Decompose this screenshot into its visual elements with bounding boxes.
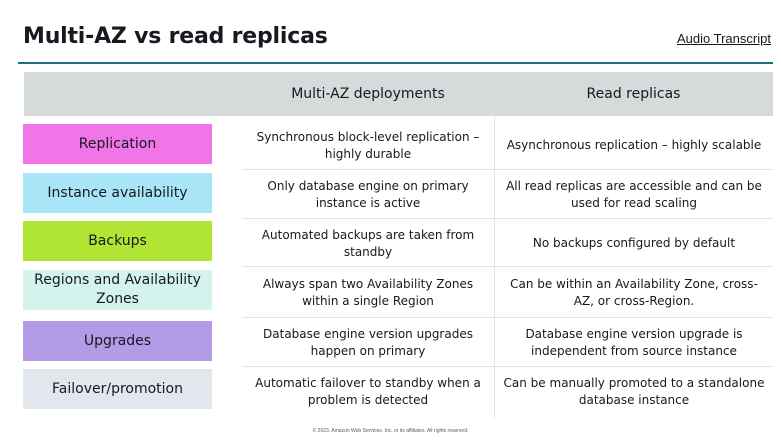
cell-multi-az-upgrades: Database engine version upgrades happen …	[263, 327, 473, 358]
cell-read-replicas-regions: Can be within an Availability Zone, cros…	[510, 277, 758, 308]
audio-transcript-link[interactable]: Audio Transcript	[677, 31, 771, 46]
cell-read-replicas-failover: Can be manually promoted to a standalone…	[503, 376, 765, 407]
cell-multi-az-backups: Automated backups are taken from standby	[261, 228, 475, 259]
cell-read-replicas-backups: No backups configured by default	[532, 236, 736, 251]
row-label-backups: Backups	[23, 221, 212, 261]
cell-read-replicas-upgrades: Database engine version upgrade is indep…	[525, 327, 743, 358]
column-header-read-replicas: Read replicas	[586, 86, 681, 102]
row-label-regions-and-availability-zones: Regions and Availability Zones	[23, 270, 212, 310]
row-label-failover-promotion: Failover/promotion	[23, 369, 212, 409]
cell-multi-az-failover: Automatic failover to standby when a pro…	[255, 376, 481, 407]
cell-read-replicas-replication: Asynchronous replication – highly scalab…	[506, 138, 762, 153]
cell-multi-az-replication: Synchronous block-level replication – hi…	[256, 130, 480, 161]
column-header-multi-az: Multi-AZ deployments	[291, 86, 445, 102]
cell-multi-az-regions: Always span two Availability Zones withi…	[262, 277, 474, 308]
page-title: Multi-AZ vs read replicas	[23, 24, 328, 49]
row-label-replication: Replication	[23, 124, 212, 164]
cell-multi-az-instance-availability: Only database engine on primary instance…	[267, 179, 469, 210]
row-label-instance-availability: Instance availability	[23, 173, 212, 213]
row-label-upgrades: Upgrades	[23, 321, 212, 361]
title-divider	[18, 62, 773, 64]
copyright-footer: © 2023, Amazon Web Services, Inc. or its…	[312, 428, 469, 434]
cell-read-replicas-instance-availability: All read replicas are accessible and can…	[506, 179, 762, 210]
